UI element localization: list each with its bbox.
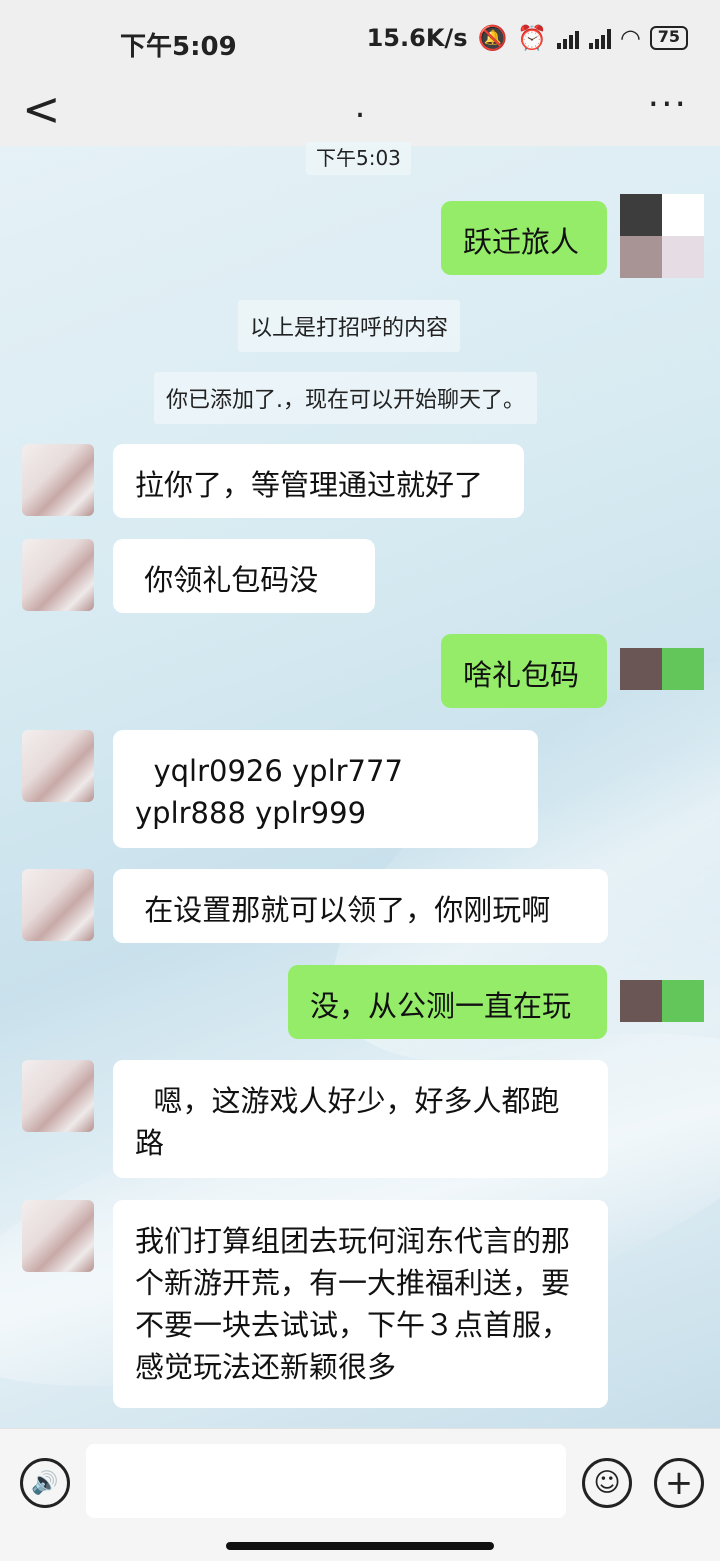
contact-avatar[interactable] (22, 869, 94, 941)
alarm-icon: ⏰ (517, 24, 548, 52)
message-outgoing[interactable]: 跃迁旅人 (441, 201, 607, 275)
self-avatar[interactable] (620, 980, 704, 1022)
self-avatar[interactable] (620, 648, 704, 690)
battery-icon: 75 (649, 26, 688, 50)
message-input[interactable] (86, 1444, 566, 1518)
signal-hd-icon (589, 27, 612, 49)
status-time: 下午5:09 (120, 32, 237, 62)
signal-icon (557, 27, 580, 49)
network-speed: 15.6K/s (366, 24, 468, 52)
status-icons: 15.6K/s 🔕 ⏰ ◠ 75 (367, 24, 688, 52)
contact-avatar[interactable] (22, 730, 94, 802)
contact-avatar[interactable] (22, 539, 94, 611)
system-notice: 你已添加了.，现在可以开始聊天了。 (154, 372, 537, 424)
more-icon[interactable]: ··· (648, 84, 688, 125)
message-outgoing[interactable]: 没，从公测一直在玩 (288, 965, 607, 1039)
wifi-icon: ◠ (621, 24, 640, 52)
message-incoming[interactable]: yqlr0926 yplr777 yplr888 yplr999 (113, 730, 538, 848)
input-bar: 🔊 ☺ + (0, 1428, 720, 1561)
message-incoming[interactable]: 我们打算组团去玩何润东代言的那个新游开荒，有一大推福利送，要不要一块去试试，下午… (113, 1200, 608, 1408)
status-bar: 下午5:09 15.6K/s 🔕 ⏰ ◠ 75 (0, 0, 720, 80)
message-incoming[interactable]: 你领礼包码没 (113, 539, 375, 613)
system-notice: 以上是打招呼的内容 (238, 300, 461, 352)
chat-title: . (354, 86, 366, 126)
contact-avatar[interactable] (22, 444, 94, 516)
emoji-icon[interactable]: ☺ (582, 1458, 632, 1508)
chat-header: < . ··· (0, 80, 720, 146)
message-outgoing[interactable]: 啥礼包码 (441, 634, 607, 708)
contact-avatar[interactable] (22, 1200, 94, 1272)
voice-icon[interactable]: 🔊 (20, 1458, 70, 1508)
contact-avatar[interactable] (22, 1060, 94, 1132)
message-incoming[interactable]: 在设置那就可以领了，你刚玩啊 (113, 869, 608, 943)
timestamp: 下午5:03 (306, 142, 411, 175)
message-incoming[interactable]: 拉你了，等管理通过就好了 (113, 444, 524, 518)
plus-icon[interactable]: + (654, 1458, 704, 1508)
home-indicator[interactable] (226, 1542, 494, 1550)
mute-icon: 🔕 (477, 24, 508, 52)
message-incoming[interactable]: 嗯，这游戏人好少，好多人都跑路 (113, 1060, 608, 1178)
self-avatar[interactable] (620, 194, 704, 278)
